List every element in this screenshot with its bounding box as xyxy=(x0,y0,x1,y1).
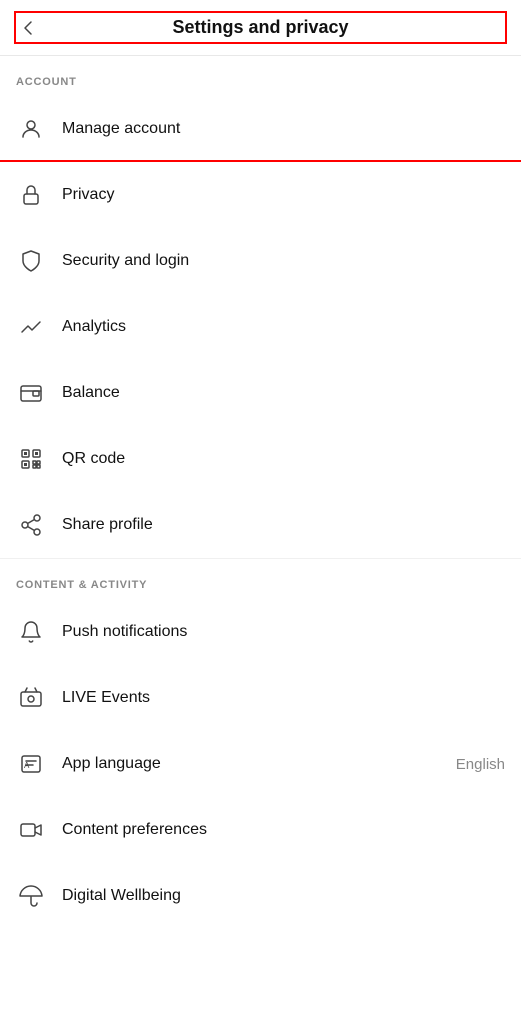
manage-account-label: Manage account xyxy=(62,120,505,138)
qr-code-label: QR code xyxy=(62,450,505,468)
balance-label: Balance xyxy=(62,384,505,402)
privacy-label: Privacy xyxy=(62,186,505,204)
menu-item-privacy[interactable]: Privacy xyxy=(0,162,521,228)
menu-item-live-events[interactable]: LIVE Events xyxy=(0,665,521,731)
back-button[interactable] xyxy=(16,16,40,40)
share-icon xyxy=(16,510,46,540)
language-icon: A xyxy=(16,749,46,779)
menu-item-share-profile[interactable]: Share profile xyxy=(0,492,521,558)
security-login-label: Security and login xyxy=(62,252,505,270)
page-title: Settings and privacy xyxy=(16,13,505,42)
lock-icon xyxy=(16,180,46,210)
menu-item-balance[interactable]: Balance xyxy=(0,360,521,426)
wallet-icon xyxy=(16,378,46,408)
app-language-label: App language xyxy=(62,755,456,773)
live-events-label: LIVE Events xyxy=(62,689,505,707)
section-content-activity: CONTENT & ACTIVITY Push notifications LI… xyxy=(0,559,521,929)
chart-icon xyxy=(16,312,46,342)
menu-item-analytics[interactable]: Analytics xyxy=(0,294,521,360)
push-notifications-label: Push notifications xyxy=(62,623,505,641)
share-profile-label: Share profile xyxy=(62,516,505,534)
svg-text:A: A xyxy=(24,761,30,770)
digital-wellbeing-label: Digital Wellbeing xyxy=(62,887,505,905)
analytics-label: Analytics xyxy=(62,318,505,336)
qr-icon xyxy=(16,444,46,474)
menu-item-qr-code[interactable]: QR code xyxy=(0,426,521,492)
shield-icon xyxy=(16,246,46,276)
section-label-account: ACCOUNT xyxy=(0,56,521,96)
bell-icon xyxy=(16,617,46,647)
menu-item-manage-account[interactable]: Manage account xyxy=(0,96,521,162)
app-language-value: English xyxy=(456,756,505,773)
content-preferences-label: Content preferences xyxy=(62,821,505,839)
menu-item-content-preferences[interactable]: Content preferences xyxy=(0,797,521,863)
section-account: ACCOUNT Manage account Privacy Security … xyxy=(0,56,521,558)
person-icon xyxy=(16,114,46,144)
umbrella-icon xyxy=(16,881,46,911)
section-label-content-activity: CONTENT & ACTIVITY xyxy=(0,559,521,599)
live-icon xyxy=(16,683,46,713)
menu-item-security-login[interactable]: Security and login xyxy=(0,228,521,294)
menu-item-digital-wellbeing[interactable]: Digital Wellbeing xyxy=(0,863,521,929)
menu-item-push-notifications[interactable]: Push notifications xyxy=(0,599,521,665)
menu-item-app-language[interactable]: A App language English xyxy=(0,731,521,797)
back-icon xyxy=(16,16,40,40)
header: Settings and privacy xyxy=(0,0,521,56)
video-icon xyxy=(16,815,46,845)
